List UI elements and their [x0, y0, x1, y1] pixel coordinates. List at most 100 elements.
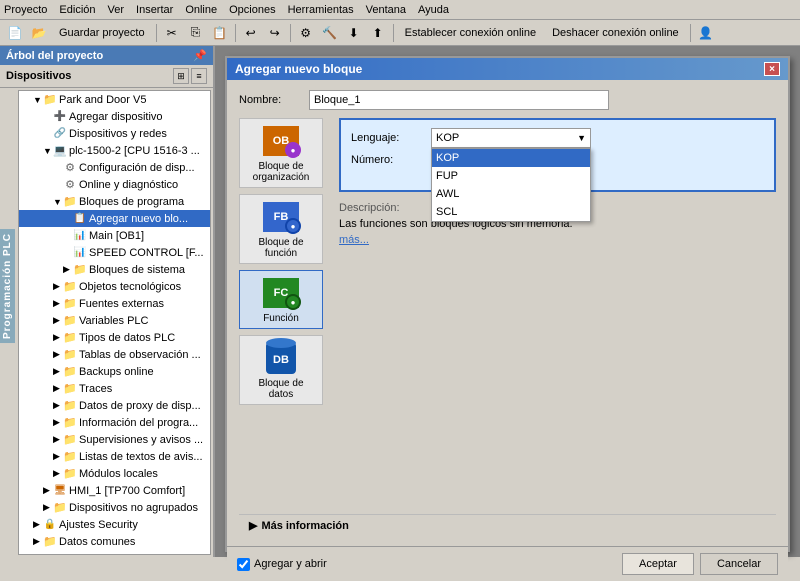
- sidebar-icon-btn2[interactable]: ≡: [191, 68, 207, 84]
- nombre-row: Nombre:: [239, 90, 776, 110]
- cancel-btn[interactable]: Cancelar: [700, 553, 778, 575]
- sidebar-pin-icon[interactable]: 📌: [193, 49, 207, 62]
- dropdown-list: KOP FUP AWL SCL: [431, 148, 591, 222]
- tree-item-super[interactable]: ▶ 📁 Supervisiones y avisos ...: [19, 431, 210, 448]
- open-btn[interactable]: 📂: [28, 22, 50, 44]
- dialog-footer: Agregar y abrir Aceptar Cancelar: [227, 546, 788, 581]
- folder-icon: 📁: [63, 348, 77, 362]
- expand-arrow: ▶: [63, 264, 73, 275]
- tree-item-datatypes[interactable]: ▶ 📁 Tipos de datos PLC: [19, 329, 210, 346]
- fb-label: Bloque de función: [258, 237, 303, 259]
- menu-online[interactable]: Online: [185, 4, 217, 16]
- tree-item-proginfo[interactable]: ▶ 📁 Información del progra...: [19, 414, 210, 431]
- tree-item-online-diag[interactable]: ⚙ Online y diagnóstico: [19, 176, 210, 193]
- tree-item-prog-blocks[interactable]: ▼ 📁 Bloques de programa: [19, 193, 210, 210]
- tree-item-add-block[interactable]: 📋 Agregar nuevo blo...: [19, 210, 210, 227]
- tree-item-vars[interactable]: ▶ 📁 Variables PLC: [19, 312, 210, 329]
- block-db[interactable]: DB Bloque de datos: [239, 335, 323, 405]
- tree-item-park[interactable]: ▼ 📁 Park and Door V5: [19, 91, 210, 108]
- folder-icon: 📁: [63, 280, 77, 294]
- build-btn[interactable]: 🔨: [319, 22, 341, 44]
- menu-insertar[interactable]: Insertar: [136, 4, 173, 16]
- tree-item-devnets[interactable]: 🔗 Dispositivos y redes: [19, 125, 210, 142]
- security-icon: 🔒: [43, 518, 57, 532]
- tree-item-local[interactable]: ▶ 📁 Módulos locales: [19, 465, 210, 482]
- expand-arrow: ▼: [33, 95, 43, 105]
- tree-label: Online y diagnóstico: [79, 179, 178, 191]
- disconnect-online-btn[interactable]: Deshacer conexión online: [545, 22, 686, 44]
- cut-btn[interactable]: ✂: [161, 22, 183, 44]
- tree-item-add-device[interactable]: ➕ Agregar dispositivo: [19, 108, 210, 125]
- copy-btn[interactable]: ⎘: [185, 22, 207, 44]
- ob-graphic: OB ●: [261, 124, 301, 158]
- number-label: Número:: [351, 154, 431, 166]
- sidebar-icon-btn1[interactable]: ⊞: [173, 68, 189, 84]
- language-dropdown[interactable]: KOP ▼ KOP FUP AWL SCL: [431, 128, 591, 148]
- tree-item-ungrouped[interactable]: ▶ 📁 Dispositivos no agrupados: [19, 499, 210, 516]
- connect-online-btn[interactable]: Establecer conexión online: [398, 22, 543, 44]
- paste-btn[interactable]: 📋: [209, 22, 231, 44]
- menu-edicion[interactable]: Edición: [59, 4, 95, 16]
- menu-ventana[interactable]: Ventana: [366, 4, 406, 16]
- lang-label: Lenguaje:: [351, 132, 431, 144]
- menu-ver[interactable]: Ver: [108, 4, 125, 16]
- tree-item-traces[interactable]: ▶ 📁 Traces: [19, 380, 210, 397]
- tree-item-hmi[interactable]: ▶ 🖥 HMI_1 [TP700 Comfort]: [19, 482, 210, 499]
- menu-opciones[interactable]: Opciones: [229, 4, 275, 16]
- block-fb[interactable]: FB ● Bloque de función: [239, 194, 323, 264]
- tree-label: Fuentes externas: [79, 298, 164, 310]
- tree-item-backups[interactable]: ▶ 📁 Backups online: [19, 363, 210, 380]
- main-layout: Árbol del proyecto 📌 Dispositivos ⊞ ≡ Pr…: [0, 46, 800, 557]
- more-link[interactable]: más...: [339, 234, 776, 246]
- download-btn[interactable]: ⬇: [343, 22, 365, 44]
- folder-icon: 📁: [63, 450, 77, 464]
- add-icon: ➕: [53, 110, 67, 124]
- gear-icon: ⚙: [63, 161, 77, 175]
- undo-btn[interactable]: ↩: [240, 22, 262, 44]
- tree-label: Ajustes Security: [59, 519, 138, 531]
- user-btn[interactable]: 👤: [695, 22, 717, 44]
- option-awl[interactable]: AWL: [432, 185, 590, 203]
- tree-label: Bloques de programa: [79, 196, 184, 208]
- tree-item-security[interactable]: ▶ 🔒 Ajustes Security: [19, 516, 210, 533]
- db-cylinder: DB: [266, 342, 296, 374]
- add-open-checkbox[interactable]: [237, 558, 250, 571]
- dialog-close-btn[interactable]: ×: [764, 62, 780, 76]
- tree-item-sys-blocks[interactable]: ▶ 📁 Bloques de sistema: [19, 261, 210, 278]
- tree-item-config[interactable]: ⚙ Configuración de disp...: [19, 159, 210, 176]
- tree-item-ext[interactable]: ▶ 📁 Fuentes externas: [19, 295, 210, 312]
- option-scl[interactable]: SCL: [432, 203, 590, 221]
- block-ob[interactable]: OB ● Bloque de organización: [239, 118, 323, 188]
- tree-item-proxy[interactable]: ▶ 📁 Datos de proxy de disp...: [19, 397, 210, 414]
- tree-item-textlists[interactable]: ▶ 📁 Listas de textos de avis...: [19, 448, 210, 465]
- dropdown-selected[interactable]: KOP ▼: [431, 128, 591, 148]
- expand-arrow: ▶: [53, 332, 63, 343]
- menu-ayuda[interactable]: Ayuda: [418, 4, 449, 16]
- more-info-section[interactable]: ▶ Más información: [239, 514, 776, 536]
- tree-item-plc[interactable]: ▼ 💻 plc-1500-2 [CPU 1516-3 ...: [19, 142, 210, 159]
- block-fc[interactable]: FC ● Función: [239, 270, 323, 329]
- save-btn[interactable]: Guardar proyecto: [52, 22, 152, 44]
- folder-icon: 📁: [63, 399, 77, 413]
- tree-item-main[interactable]: 📊 Main [OB1]: [19, 227, 210, 244]
- tree-item-common[interactable]: ▶ 📁 Datos comunes: [19, 533, 210, 550]
- dialog-body: OB ● Bloque de organización: [239, 118, 776, 514]
- accept-btn[interactable]: Aceptar: [622, 553, 694, 575]
- new-btn[interactable]: 📄: [4, 22, 26, 44]
- tree-item-speed[interactable]: 📊 SPEED CONTROL [F...: [19, 244, 210, 261]
- tree-item-tech[interactable]: ▶ 📁 Objetos tecnológicos: [19, 278, 210, 295]
- compile-btn[interactable]: ⚙: [295, 22, 317, 44]
- folder-icon: 📁: [63, 382, 77, 396]
- option-kop[interactable]: KOP: [432, 149, 590, 167]
- option-fup[interactable]: FUP: [432, 167, 590, 185]
- expand-arrow: ▶: [53, 315, 63, 326]
- menu-proyecto[interactable]: Proyecto: [4, 4, 47, 16]
- menu-herramientas[interactable]: Herramientas: [288, 4, 354, 16]
- nombre-input[interactable]: [309, 90, 609, 110]
- upload-btn[interactable]: ⬆: [367, 22, 389, 44]
- sep3: [290, 24, 291, 42]
- ob-label: Bloque de organización: [253, 161, 310, 183]
- expand-arrow: ▶: [43, 502, 53, 513]
- tree-item-watch[interactable]: ▶ 📁 Tablas de observación ...: [19, 346, 210, 363]
- redo-btn[interactable]: ↪: [264, 22, 286, 44]
